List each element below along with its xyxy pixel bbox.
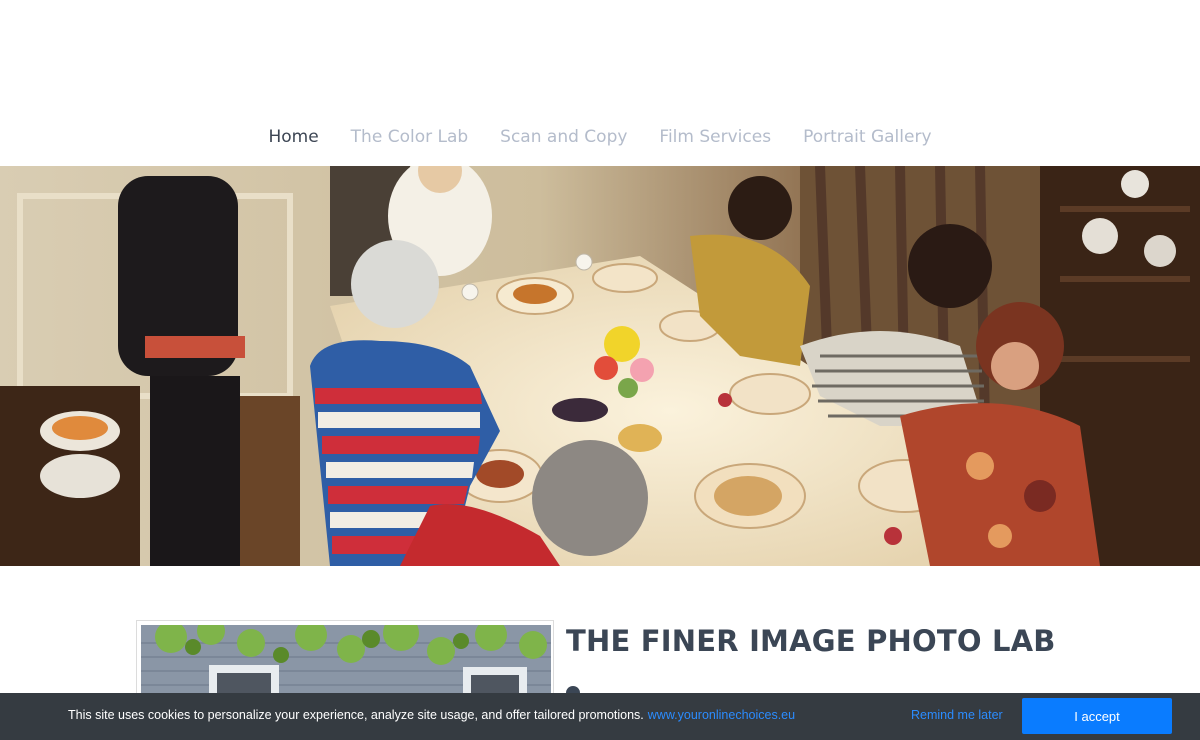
- hero-photo-illustration: [0, 166, 1200, 566]
- nav-item-film-services[interactable]: Film Services: [659, 122, 771, 152]
- nav-item-portrait-gallery[interactable]: Portrait Gallery: [803, 122, 931, 152]
- lab-storefront-image: [136, 620, 554, 700]
- nav-item-the-color-lab[interactable]: The Color Lab: [351, 122, 469, 152]
- accept-cookies-button[interactable]: I accept: [1022, 698, 1172, 734]
- nav-item-home[interactable]: Home: [268, 122, 318, 152]
- main-nav: Home The Color Lab Scan and Copy Film Se…: [0, 122, 1200, 152]
- remind-later-button[interactable]: Remind me later: [911, 708, 1003, 722]
- cookie-policy-link[interactable]: www.youronlinechoices.eu: [648, 708, 795, 722]
- storefront-illustration: [141, 625, 551, 699]
- page-title: THE FINER IMAGE PHOTO LAB: [566, 624, 1056, 658]
- nav-item-scan-and-copy[interactable]: Scan and Copy: [500, 122, 627, 152]
- cookie-message-text: This site uses cookies to personalize yo…: [68, 708, 644, 722]
- cookie-banner: This site uses cookies to personalize yo…: [0, 693, 1200, 740]
- cookie-message: This site uses cookies to personalize yo…: [68, 708, 795, 722]
- hero-image: [0, 166, 1200, 566]
